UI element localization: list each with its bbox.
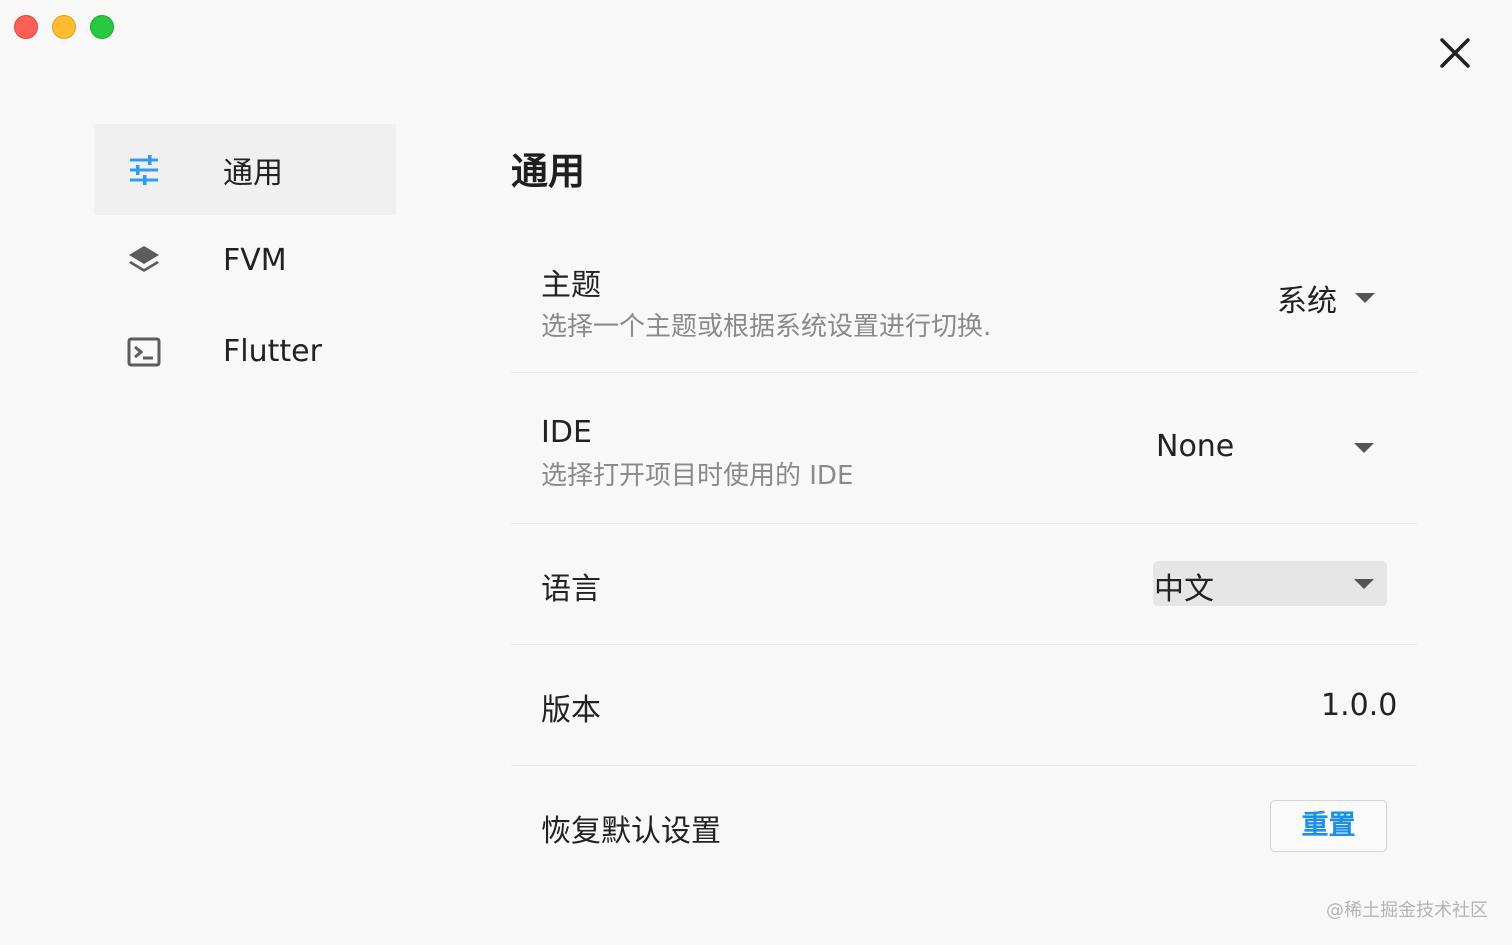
sidebar-item-label: 通用	[223, 155, 283, 191]
language-dropdown[interactable]: 中文	[1153, 561, 1387, 607]
sliders-icon	[124, 150, 164, 190]
window-controls	[14, 15, 114, 39]
theme-title: 主题	[541, 268, 601, 303]
theme-subtitle: 选择一个主题或根据系统设置进行切换.	[541, 312, 992, 342]
ide-setting: IDE 选择打开项目时使用的 IDE None	[511, 373, 1417, 524]
sidebar-item-label: Flutter	[223, 334, 322, 369]
layers-icon	[124, 241, 164, 281]
close-window-button[interactable]	[14, 15, 38, 39]
theme-setting: 主题 选择一个主题或根据系统设置进行切换. 系统	[511, 238, 1417, 373]
page-title: 通用	[511, 150, 585, 193]
language-dropdown-value: 中文	[1154, 572, 1214, 607]
theme-dropdown[interactable]: 系统	[1277, 276, 1387, 320]
language-title: 语言	[541, 572, 601, 607]
version-title: 版本	[541, 693, 601, 728]
minimize-window-button[interactable]	[52, 15, 76, 39]
maximize-window-button[interactable]	[90, 15, 114, 39]
close-icon[interactable]	[1436, 34, 1474, 72]
theme-dropdown-value: 系统	[1277, 284, 1337, 319]
chevron-down-icon	[1354, 443, 1374, 453]
version-value: 1.0.0	[1321, 688, 1398, 723]
version-setting: 版本 1.0.0	[511, 645, 1417, 766]
reset-setting: 恢复默认设置 重置	[511, 766, 1417, 887]
sidebar-item-fvm[interactable]: FVM	[94, 215, 396, 306]
chevron-down-icon	[1354, 579, 1374, 589]
ide-dropdown-value: None	[1156, 429, 1235, 464]
sidebar: 通用 FVM Flutter	[94, 124, 396, 397]
sidebar-item-label: FVM	[223, 243, 287, 278]
ide-dropdown[interactable]: None	[1154, 425, 1387, 473]
chevron-down-icon	[1355, 293, 1375, 303]
reset-title: 恢复默认设置	[541, 814, 721, 849]
terminal-icon	[124, 332, 164, 372]
main-content: 通用	[511, 124, 1417, 198]
language-setting: 语言 中文	[511, 524, 1417, 645]
watermark: @稀土掘金技术社区	[1326, 900, 1488, 921]
sidebar-item-general[interactable]: 通用	[94, 124, 396, 215]
ide-subtitle: 选择打开项目时使用的 IDE	[541, 461, 854, 491]
reset-button[interactable]: 重置	[1270, 800, 1387, 852]
ide-title: IDE	[541, 415, 592, 450]
sidebar-item-flutter[interactable]: Flutter	[94, 306, 396, 397]
